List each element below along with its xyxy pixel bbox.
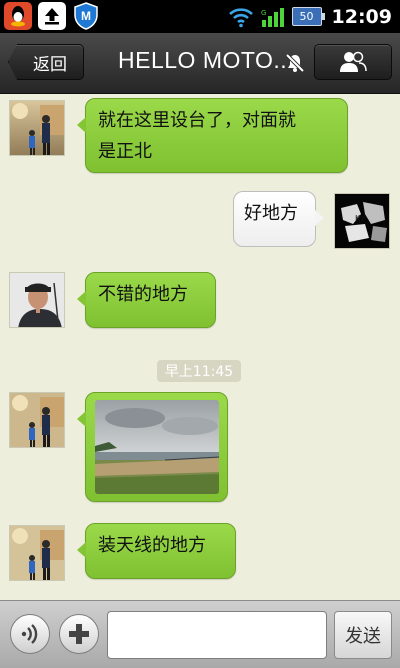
message-bubble-incoming[interactable]: 装天线的地方 [77,523,236,579]
signal-icon: G [261,7,284,27]
chat-title: HELLO MOTO... [118,47,295,73]
message-text: 就在这里设台了，对面就 [98,110,296,131]
seaside-landscape-photo[interactable] [95,400,219,494]
mute-icon [285,53,305,73]
message-text: 不错的地方 [98,284,188,305]
avatar[interactable] [9,272,65,328]
upload-notification-icon [38,2,66,30]
timestamp: 早上11:45 [157,360,241,382]
qq-notification-icon [4,2,32,30]
message-text: 好地方 [244,203,298,224]
message-bubble-incoming[interactable]: 不错的地方 [77,272,216,328]
avatar[interactable] [9,100,65,156]
contacts-icon [340,51,367,72]
plus-button[interactable] [59,614,99,654]
composer-bar: 发送 [0,600,400,668]
svg-text:G: G [261,9,266,17]
send-button[interactable]: 发送 [334,611,392,659]
chat-area[interactable]: 就在这里设台了，对面就 是正北 好地方 KY 不错的地方 早上11:45 装天线… [0,94,400,600]
status-time: 12:09 [331,5,392,28]
message-bubble-incoming[interactable]: 就在这里设台了，对面就 是正北 [77,98,348,173]
battery-icon: 50 [291,7,325,26]
contacts-button[interactable] [314,44,392,80]
svg-text:M: M [81,9,91,23]
voice-icon [21,624,38,644]
image-message-bubble[interactable] [77,392,228,502]
avatar[interactable] [9,525,65,581]
security-shield-icon: M [72,2,100,30]
title-bar: 返回 HELLO MOTO... [0,33,400,94]
message-bubble-outgoing[interactable]: 好地方 [233,191,324,247]
battery-level: 50 [299,10,314,23]
avatar[interactable]: KY [334,193,390,249]
avatar[interactable] [9,392,65,448]
back-button[interactable]: 返回 [8,44,84,80]
plus-icon [69,624,89,644]
wifi-icon [228,7,253,27]
svg-text:KY: KY [355,214,365,223]
message-text: 装天线的地方 [98,535,206,556]
message-text: 是正北 [98,141,152,162]
voice-button[interactable] [10,614,50,654]
message-input[interactable] [107,611,327,659]
status-bar: M G 50 12:09 [0,0,400,33]
